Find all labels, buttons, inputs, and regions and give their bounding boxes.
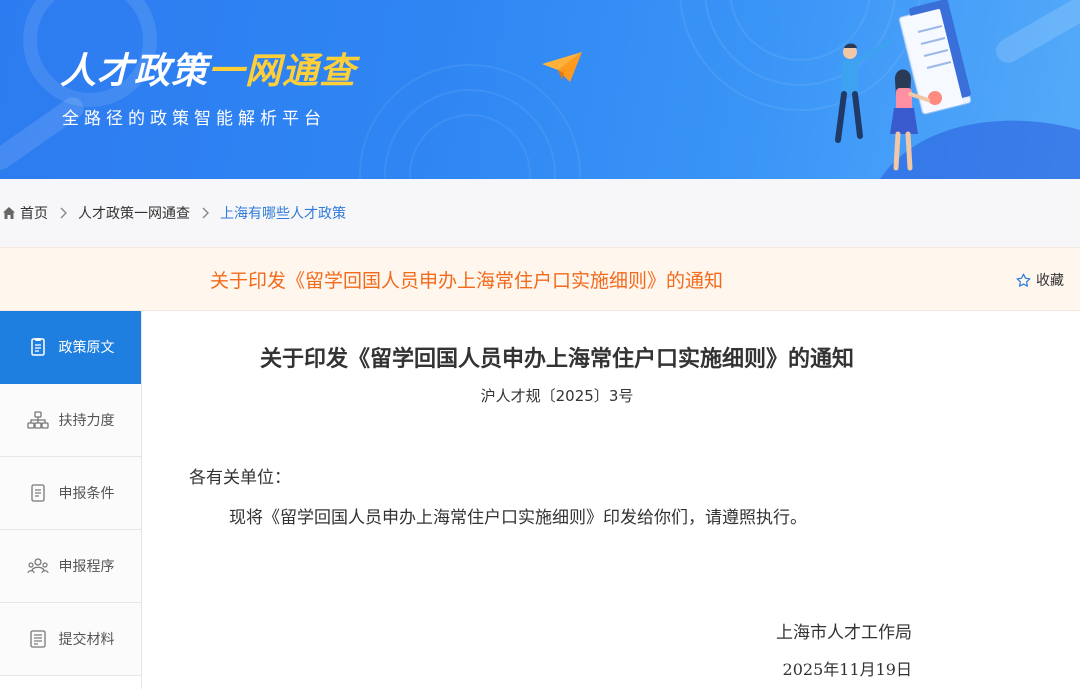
star-icon (1016, 273, 1031, 287)
chevron-right-icon (60, 207, 67, 219)
document-icon (30, 338, 45, 356)
brand-title-main: 人才政策 (60, 51, 209, 92)
hierarchy-icon (26, 411, 49, 429)
sidebar-nav: 政策原文 扶持力度 申报条件 申报程序 提交材料 (0, 311, 142, 689)
sidebar-item-procedure[interactable]: 申报程序 (0, 530, 141, 603)
favorite-label: 收藏 (1036, 273, 1064, 289)
materials-icon (29, 630, 46, 648)
policy-content: 关于印发《留学回国人员申办上海常住户口实施细则》的通知 沪人才规〔2025〕3号… (143, 311, 1080, 689)
sidebar-item-materials[interactable]: 提交材料 (0, 603, 141, 676)
brand-title-highlight: 一网通查 (208, 51, 357, 92)
header-banner: 人才政策一网通查 全路径的政策智能解析平台 (0, 0, 1080, 179)
sidebar-item-label: 申报条件 (58, 486, 115, 502)
document-date: 2025年11月19日 (782, 660, 912, 679)
home-icon (3, 207, 15, 219)
policy-title: 关于印发《留学回国人员申办上海常住户口实施细则》的通知 (210, 270, 724, 292)
sidebar-item-label: 申报程序 (58, 559, 115, 575)
document-salutation: 各有关单位： (189, 468, 291, 488)
brand-title: 人才政策一网通查 (60, 42, 356, 94)
paper-plane-icon (542, 52, 582, 82)
sidebar-item-label: 提交材料 (58, 632, 115, 648)
people-icon (26, 558, 49, 574)
people-illustration-icon (835, 0, 972, 171)
sidebar-item-support[interactable]: 扶持力度 (0, 384, 141, 457)
document-body: 现将《留学回国人员申办上海常住户口实施细则》印发给你们，请遵照执行。 (229, 508, 807, 528)
sidebar-item-policy-text[interactable]: 政策原文 (0, 311, 141, 384)
document-issuer: 上海市人才工作局 (776, 623, 912, 643)
brand-subtitle: 全路径的政策智能解析平台 (62, 109, 326, 129)
breadcrumb-home[interactable]: 首页 (20, 203, 48, 223)
checklist-icon (30, 484, 45, 502)
document-number: 沪人才规〔2025〕3号 (480, 387, 634, 405)
favorite-button[interactable]: 收藏 (1016, 270, 1064, 290)
document-title: 关于印发《留学回国人员申办上海常住户口实施细则》的通知 (259, 346, 854, 372)
chevron-right-icon (202, 207, 209, 219)
sidebar-item-conditions[interactable]: 申报条件 (0, 457, 141, 530)
sidebar-item-label: 政策原文 (58, 340, 115, 356)
breadcrumb-policy-search[interactable]: 人才政策一网通查 (78, 203, 190, 223)
breadcrumb-current[interactable]: 上海有哪些人才政策 (220, 203, 346, 223)
breadcrumb: 首页 人才政策一网通查 上海有哪些人才政策 (0, 179, 1080, 247)
sidebar-item-label: 扶持力度 (58, 413, 115, 429)
policy-title-bar: 关于印发《留学回国人员申办上海常住户口实施细则》的通知 收藏 (0, 247, 1080, 311)
